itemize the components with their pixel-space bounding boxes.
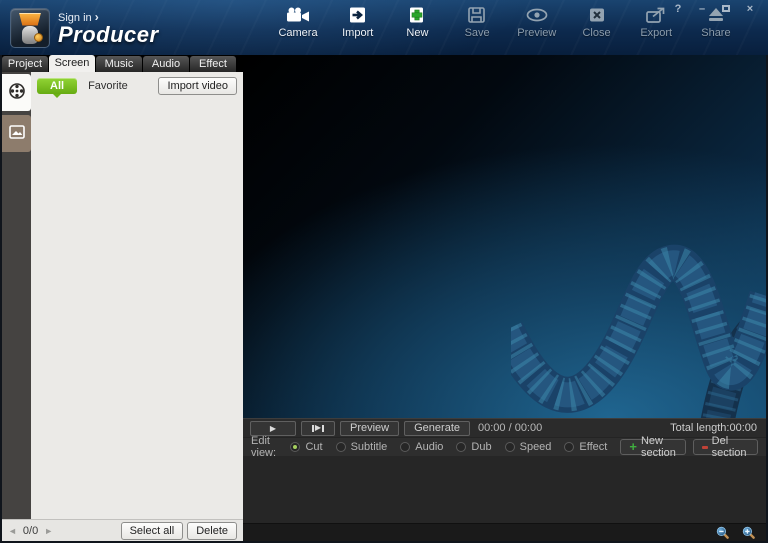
prev-page-icon[interactable]: ◄ [8,526,17,536]
transport-bar: ▶ ▶ Preview Generate 00:00 / 00:00 Total… [243,418,766,437]
export-icon [644,7,668,23]
window-controls: ? – × [668,1,760,16]
picture-icon [9,125,25,142]
close-project-button[interactable]: Close [571,7,623,39]
media-filter-row: All Favorite Import video [37,77,237,95]
camera-button[interactable]: Camera [272,7,324,39]
next-page-icon[interactable]: ► [44,526,53,536]
generate-button[interactable]: Generate [404,421,470,436]
edit-view-cut[interactable]: Cut [290,441,322,453]
step-frame-button[interactable]: ▶ [301,421,335,436]
preview-button[interactable]: Preview [511,7,563,39]
media-list-area: All Favorite Import video [31,72,243,519]
preview-eye-icon [525,7,549,23]
close-box-icon [585,7,609,23]
help-button[interactable]: ? [668,1,688,16]
zoom-out-icon[interactable] [716,526,729,539]
preview-render-button[interactable]: Preview [340,421,399,436]
zoom-in-icon[interactable] [742,526,755,539]
side-tab-images[interactable] [2,115,31,152]
step-bar-right [322,425,324,432]
video-preview-area[interactable] [243,55,766,418]
tab-project[interactable]: Project [2,56,48,72]
edit-view-effect[interactable]: Effect [564,441,607,453]
timeline-area[interactable] [243,456,766,523]
edit-view-dub[interactable]: Dub [456,441,491,453]
minus-icon [702,446,708,449]
side-tab-videos[interactable] [2,74,31,111]
edit-view-speed[interactable]: Speed [505,441,552,453]
maximize-button[interactable] [716,1,736,16]
new-section-button[interactable]: + New section [620,439,686,455]
radio-dub-icon [456,442,466,452]
media-panel-body: All Favorite Import video [2,72,243,519]
edit-view-audio[interactable]: Audio [400,441,443,453]
save-icon [465,7,489,23]
del-section-button[interactable]: Del section [693,439,758,455]
tab-effect[interactable]: Effect [190,56,236,72]
help-icon: ? [675,3,682,15]
film-reel-icon [8,82,26,103]
plus-icon: + [629,442,637,452]
filter-favorite-button[interactable]: Favorite [88,80,128,92]
new-button[interactable]: New [391,7,443,39]
total-length: Total length:00:00 [670,422,759,434]
import-icon [346,7,370,23]
radio-cut-icon [290,442,300,452]
edit-view-bar: Edit view: Cut Subtitle Audio Dub [243,437,766,456]
select-all-button[interactable]: Select all [121,522,184,540]
radio-subtitle-icon [336,442,346,452]
media-panel: Project Screen Music Audio Effect [2,55,243,541]
film-strip-graphic [511,230,766,418]
timeline-zoom-bar [243,523,766,541]
logo-figure-head [18,13,42,26]
play-button[interactable]: ▶ [250,421,296,436]
save-button[interactable]: Save [451,7,503,39]
editor-column: ▶ ▶ Preview Generate 00:00 / 00:00 Total… [243,55,766,541]
header-bar: Sign in › Producer Camera Import New Sav… [0,0,768,55]
tab-screen[interactable]: Screen [49,55,95,72]
import-button[interactable]: Import [332,7,384,39]
app-title: Producer [58,24,159,46]
app-window: Sign in › Producer Camera Import New Sav… [0,0,768,543]
app-logo [10,8,50,48]
close-icon: × [747,3,753,15]
import-video-button[interactable]: Import video [158,77,237,95]
media-side-strip [2,72,31,519]
edit-view-subtitle[interactable]: Subtitle [336,441,388,453]
tab-music[interactable]: Music [96,56,142,72]
maximize-icon [722,5,730,12]
radio-effect-icon [564,442,574,452]
playback-time: 00:00 / 00:00 [478,422,542,434]
delete-button[interactable]: Delete [187,522,237,540]
logo-badge [34,33,43,42]
radio-speed-icon [505,442,515,452]
new-icon [405,7,429,23]
filter-all-button[interactable]: All [37,78,77,94]
page-indicator: 0/0 [23,525,38,537]
media-tab-bar: Project Screen Music Audio Effect [2,55,243,72]
brand-block: Sign in › Producer [58,10,159,46]
step-bar-left [312,425,314,432]
step-play-icon: ▶ [315,424,321,432]
play-icon: ▶ [270,424,276,433]
radio-audio-icon [400,442,410,452]
tab-audio[interactable]: Audio [143,56,189,72]
window-body: Project Screen Music Audio Effect [0,55,768,543]
minimize-button[interactable]: – [692,1,712,16]
media-panel-footer: ◄ 0/0 ► Select all Delete [2,519,243,541]
close-window-button[interactable]: × [740,1,760,16]
camera-icon [286,7,310,23]
minimize-icon: – [699,3,705,15]
